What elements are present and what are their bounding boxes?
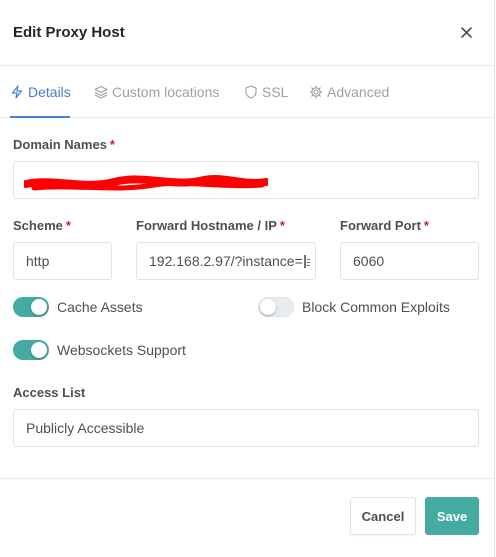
shield-icon bbox=[244, 85, 258, 99]
block-common-exploits-toggle[interactable] bbox=[258, 297, 294, 317]
block-common-exploits-label: Block Common Exploits bbox=[302, 299, 450, 315]
modal-title: Edit Proxy Host bbox=[13, 24, 125, 41]
cancel-button[interactable]: Cancel bbox=[350, 497, 416, 535]
access-list-select[interactable]: Publicly Accessible bbox=[13, 409, 479, 447]
domain-names-label-text: Domain Names bbox=[13, 137, 107, 152]
tab-bar: Details Custom locations SSL Advanced bbox=[0, 66, 495, 118]
cache-assets-toggle[interactable] bbox=[13, 297, 49, 317]
forward-port-input[interactable]: 6060 bbox=[340, 242, 479, 280]
save-button[interactable]: Save bbox=[425, 497, 479, 535]
close-icon[interactable] bbox=[458, 24, 476, 42]
access-list-value: Publicly Accessible bbox=[26, 420, 145, 436]
websockets-support-label: Websockets Support bbox=[57, 342, 186, 358]
forward-hostname-label: Forward Hostname / IP * bbox=[136, 218, 285, 233]
access-list-label: Access List bbox=[13, 385, 86, 400]
gear-icon bbox=[309, 85, 323, 99]
toggle-knob bbox=[31, 342, 47, 358]
cache-assets-label: Cache Assets bbox=[57, 299, 143, 315]
tab-details[interactable]: Details bbox=[10, 66, 71, 118]
domain-names-label: Domain Names * bbox=[13, 137, 115, 152]
required-mark: * bbox=[279, 218, 285, 233]
forward-hostname-label-text: Forward Hostname / IP bbox=[136, 218, 277, 233]
tab-label: SSL bbox=[262, 84, 289, 100]
active-tab-indicator bbox=[10, 116, 70, 118]
required-mark: * bbox=[65, 218, 71, 233]
scheme-input[interactable]: http bbox=[13, 242, 112, 280]
forward-port-label: Forward Port * bbox=[340, 218, 429, 233]
modal-footer: Cancel Save bbox=[0, 478, 495, 557]
text-cursor-icon bbox=[303, 254, 310, 268]
domain-names-input[interactable] bbox=[13, 161, 479, 199]
websockets-support-toggle[interactable] bbox=[13, 340, 49, 360]
redaction-scribble bbox=[24, 175, 268, 191]
tab-custom-locations[interactable]: Custom locations bbox=[94, 66, 219, 118]
bolt-icon bbox=[10, 85, 24, 99]
toggle-knob bbox=[260, 299, 276, 315]
tab-advanced[interactable]: Advanced bbox=[309, 66, 389, 118]
required-mark: * bbox=[109, 137, 115, 152]
layers-icon bbox=[94, 85, 108, 99]
forward-hostname-value: 192.168.2.97/?instance= bbox=[149, 253, 303, 269]
required-mark: * bbox=[423, 218, 429, 233]
tab-ssl[interactable]: SSL bbox=[244, 66, 288, 118]
forward-port-value: 6060 bbox=[353, 253, 385, 269]
scheme-label: Scheme * bbox=[13, 218, 71, 233]
forward-port-label-text: Forward Port bbox=[340, 218, 421, 233]
modal-header: Edit Proxy Host bbox=[0, 0, 495, 66]
edit-proxy-host-modal: Edit Proxy Host Details Custom locations… bbox=[0, 0, 495, 557]
forward-hostname-input[interactable]: 192.168.2.97/?instance= bbox=[136, 242, 316, 280]
toggle-knob bbox=[31, 299, 47, 315]
scheme-label-text: Scheme bbox=[13, 218, 63, 233]
tab-label: Advanced bbox=[327, 84, 390, 100]
scheme-value: http bbox=[26, 253, 50, 269]
tab-label: Details bbox=[28, 84, 71, 100]
tab-label: Custom locations bbox=[112, 84, 220, 100]
